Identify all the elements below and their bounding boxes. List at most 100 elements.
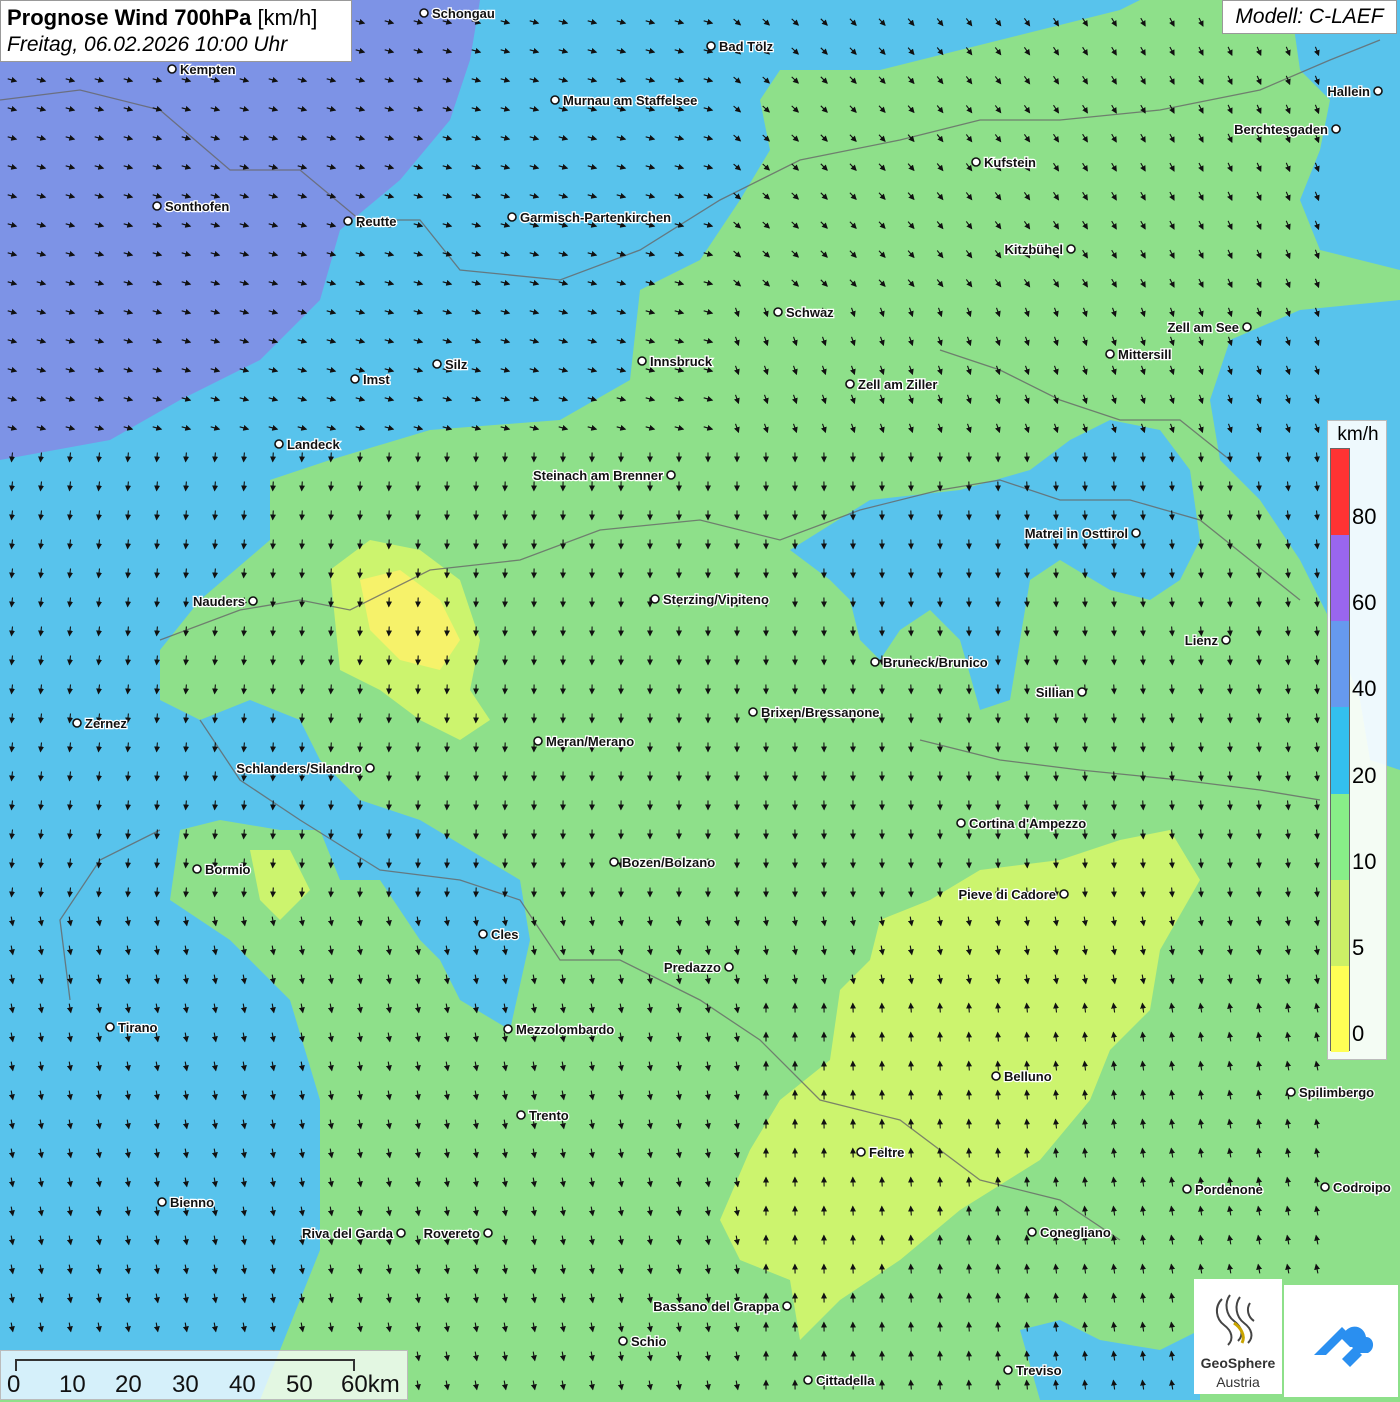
- wind-arrow: [911, 1004, 912, 1013]
- wind-arrow: [1027, 859, 1028, 868]
- city-riva-del-garda[interactable]: Riva del Garda: [302, 1226, 405, 1241]
- city-murnau-am-staffelsee[interactable]: Murnau am Staffelsee: [551, 93, 697, 108]
- wind-arrow: [273, 627, 274, 636]
- city-schongau[interactable]: Schongau: [420, 6, 495, 21]
- scale-label: 60km: [341, 1371, 400, 1399]
- city-label: Sonthofen: [165, 199, 229, 214]
- wind-arrow: [360, 801, 361, 810]
- wind-arrow: [940, 1091, 941, 1100]
- city-dot: [846, 380, 854, 388]
- wind-arrow: [940, 1352, 941, 1361]
- city-zell-am-see[interactable]: Zell am See: [1167, 320, 1251, 335]
- geosphere-logo[interactable]: GeoSphere Austria: [1194, 1279, 1282, 1394]
- city-dot: [1321, 1183, 1329, 1191]
- wind-arrow: [273, 598, 274, 607]
- wind-arrow: [302, 743, 303, 752]
- city-cortina-d-ampezzo[interactable]: Cortina d'Ampezzo: [957, 816, 1086, 831]
- city-label: Schongau: [432, 6, 495, 21]
- city-dot: [667, 471, 675, 479]
- model-label: Modell: C-LAEF: [1222, 0, 1397, 34]
- city-dot: [957, 819, 965, 827]
- wind-arrow: [302, 801, 303, 810]
- wind-arrow: [969, 1091, 970, 1100]
- city-conegliano[interactable]: Conegliano: [1028, 1225, 1111, 1240]
- legend-swatch: [1331, 794, 1349, 880]
- city-dot: [638, 357, 646, 365]
- wind-arrow: [969, 1062, 970, 1071]
- city-dot: [1060, 890, 1068, 898]
- city-steinach-am-brenner[interactable]: Steinach am Brenner: [533, 468, 675, 483]
- city-matrei-in-osttirol[interactable]: Matrei in Osttirol: [1025, 526, 1140, 541]
- city-label: Zernez: [85, 716, 127, 731]
- city-berchtesgaden[interactable]: Berchtesgaden: [1234, 122, 1340, 137]
- wind-arrow: [1056, 743, 1057, 752]
- legend-swatch: [1331, 707, 1349, 793]
- wind-arrow: [1143, 801, 1144, 810]
- wind-forecast-map[interactable]: SchongauBad TölzKemptenMurnau am Staffel…: [0, 0, 1400, 1400]
- title-unit: [km/h]: [257, 5, 317, 30]
- city-label: Bienno: [170, 1195, 214, 1210]
- city-garmisch-partenkirchen[interactable]: Garmisch-Partenkirchen: [508, 210, 671, 225]
- city-label: Imst: [363, 372, 390, 387]
- wind-arrow: [1143, 830, 1144, 839]
- weather-app-logo[interactable]: [1284, 1285, 1398, 1397]
- city-label: Sterzing/Vipiteno: [663, 592, 769, 607]
- wind-arrow: [911, 1294, 912, 1303]
- city-pordenone[interactable]: Pordenone: [1183, 1182, 1263, 1197]
- wind-arrow: [273, 453, 274, 462]
- city-dot: [106, 1023, 114, 1031]
- city-bassano-del-grappa[interactable]: Bassano del Grappa: [653, 1299, 791, 1314]
- wind-arrow: [1027, 801, 1028, 810]
- wind-arrow: [1085, 569, 1086, 578]
- wind-arrow: [302, 569, 303, 578]
- wind-arrow: [969, 1352, 970, 1361]
- city-sterzing-vipiteno[interactable]: Sterzing/Vipiteno: [651, 592, 769, 607]
- wind-arrow: [331, 627, 332, 636]
- wind-arrow: [911, 1091, 912, 1100]
- wind-arrow: [940, 1207, 941, 1216]
- city-zell-am-ziller[interactable]: Zell am Ziller: [846, 377, 937, 392]
- wind-arrow: [331, 569, 332, 578]
- city-innsbruck[interactable]: Innsbruck: [638, 354, 713, 369]
- wind-arrow: [1056, 482, 1057, 491]
- wind-arrow: [331, 656, 332, 665]
- city-mezzolombardo[interactable]: Mezzolombardo: [504, 1022, 614, 1037]
- wind-arrow: [360, 830, 361, 839]
- wind-arrow: [969, 1004, 970, 1013]
- wind-arrow: [331, 743, 332, 752]
- legend-tick-label: 5: [1352, 935, 1364, 961]
- city-meran-merano[interactable]: Meran/Merano: [534, 734, 634, 749]
- wind-arrow: [940, 1265, 941, 1274]
- city-sonthofen[interactable]: Sonthofen: [153, 199, 229, 214]
- city-pieve-di-cadore[interactable]: Pieve di Cadore: [958, 887, 1068, 902]
- wind-arrow: [1114, 830, 1115, 839]
- wind-arrow: [969, 1207, 970, 1216]
- city-bozen-bolzano[interactable]: Bozen/Bolzano: [610, 855, 715, 870]
- city-spilimbergo[interactable]: Spilimbergo: [1287, 1085, 1374, 1100]
- wind-arrow: [302, 685, 303, 694]
- wind-arrow: [1085, 482, 1086, 491]
- city-schlanders-silandro[interactable]: Schlanders/Silandro: [236, 761, 374, 776]
- city-bruneck-brunico[interactable]: Bruneck/Brunico: [871, 655, 988, 670]
- wind-arrow: [1143, 569, 1144, 578]
- city-dot: [1106, 350, 1114, 358]
- wind-arrow: [911, 1149, 912, 1158]
- legend-tick-label: 80: [1352, 504, 1376, 530]
- wind-arrow: [940, 1294, 941, 1303]
- wind-arrow: [1085, 627, 1086, 636]
- wind-arrow: [1056, 511, 1057, 520]
- city-label: Bormio: [205, 862, 251, 877]
- city-dot: [193, 865, 201, 873]
- city-label: Conegliano: [1040, 1225, 1111, 1240]
- wind-arrow: [331, 888, 332, 897]
- legend-tick-label: 10: [1352, 849, 1376, 875]
- city-label: Belluno: [1004, 1069, 1052, 1084]
- wind-arrow: [1085, 772, 1086, 781]
- city-label: Feltre: [869, 1145, 904, 1160]
- city-label: Murnau am Staffelsee: [563, 93, 697, 108]
- city-brixen-bressanone[interactable]: Brixen/Bressanone: [749, 705, 880, 720]
- wind-arrow: [1143, 511, 1144, 520]
- wind-arrow: [940, 1236, 941, 1245]
- city-label: Rovereto: [424, 1226, 480, 1241]
- city-label: Hallein: [1327, 84, 1370, 99]
